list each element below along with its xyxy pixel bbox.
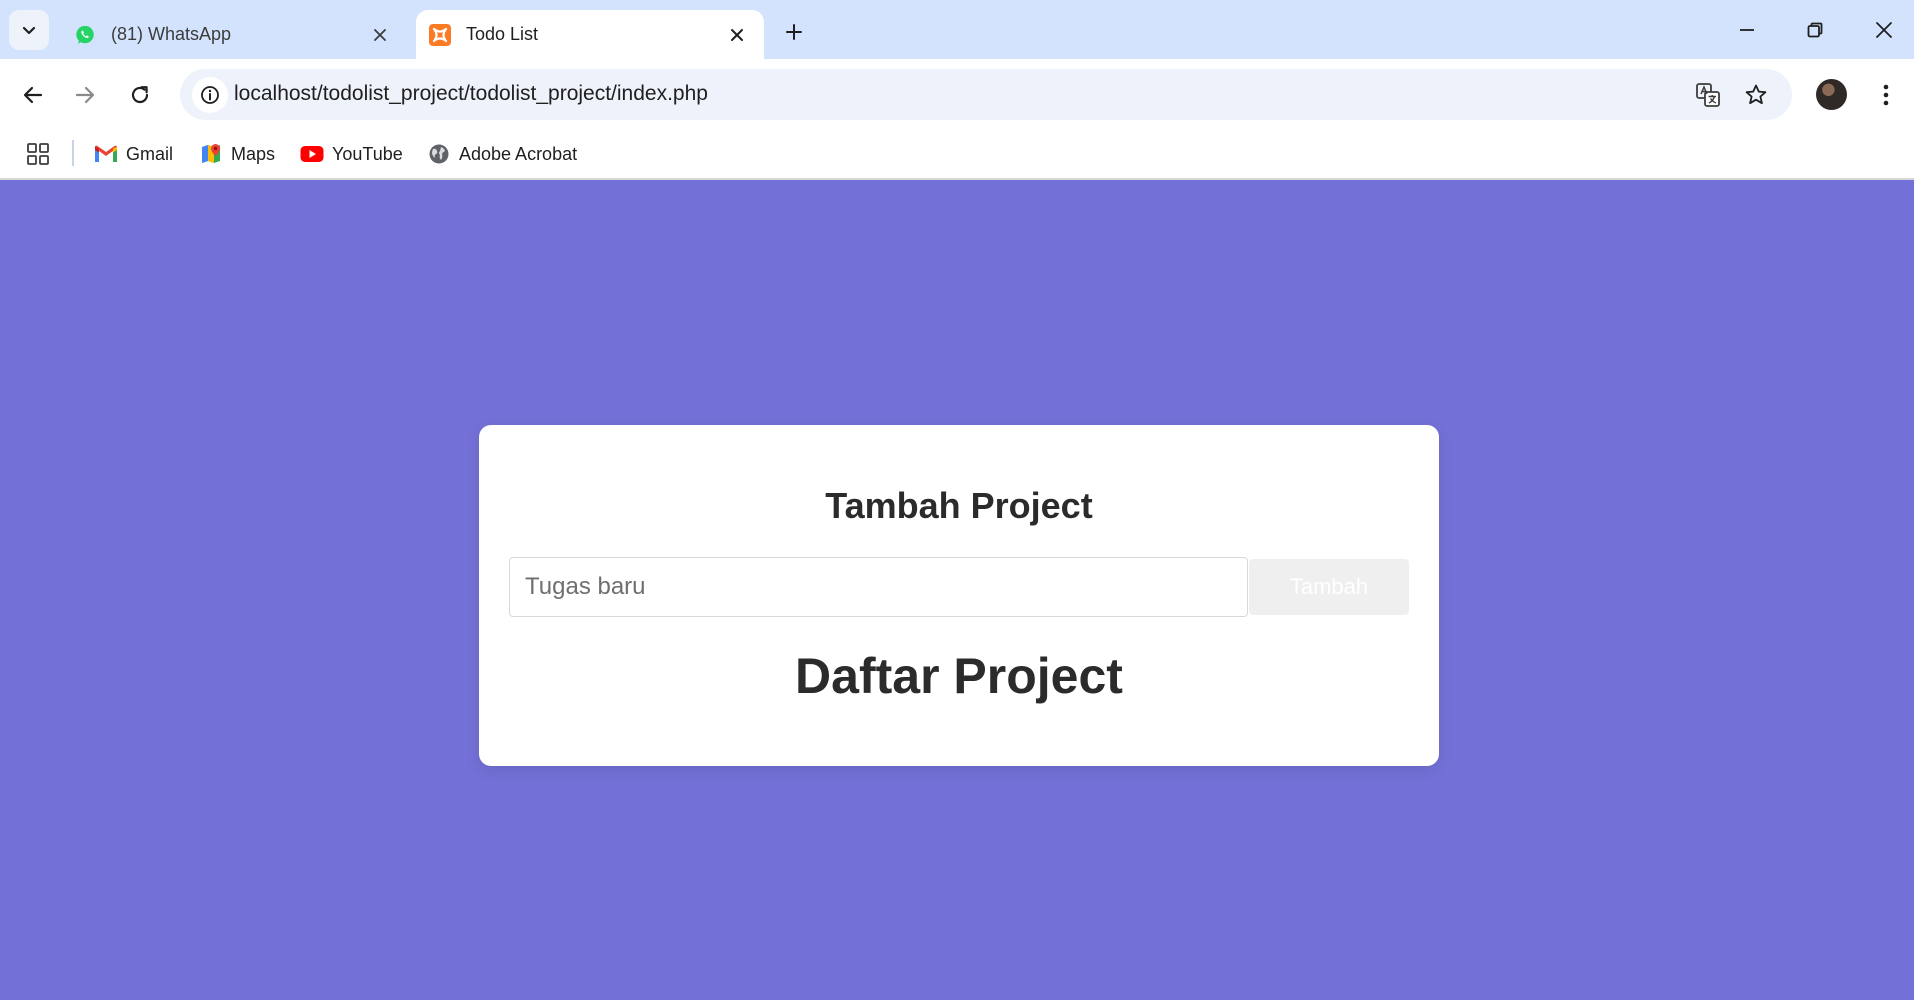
apps-button[interactable] — [22, 138, 54, 170]
bookmark-maps[interactable]: Maps — [199, 136, 275, 172]
close-tab-icon[interactable] — [722, 20, 752, 50]
browser-menu-button[interactable] — [1868, 75, 1904, 115]
browser-toolbar: localhost/todolist_project/todolist_proj… — [0, 59, 1914, 130]
tab-strip: (81) WhatsApp Todo List — [0, 0, 1914, 59]
tab-search-button[interactable] — [9, 10, 49, 50]
add-project-heading: Tambah Project — [825, 485, 1093, 526]
project-list-heading: Daftar Project — [795, 648, 1123, 704]
bookmark-label: Maps — [231, 143, 276, 164]
bookmark-label: YouTube — [332, 143, 403, 164]
bookmarks-bar: Gmail Maps YouTube Adobe Acrobat — [0, 130, 1914, 180]
whatsapp-icon — [73, 23, 97, 47]
profile-avatar[interactable] — [1816, 79, 1847, 110]
xampp-icon — [428, 23, 452, 47]
info-icon — [201, 86, 219, 104]
url-text[interactable]: localhost/todolist_project/todolist_proj… — [234, 82, 708, 106]
restore-icon — [1807, 22, 1823, 38]
close-icon — [1876, 22, 1892, 38]
new-tab-button[interactable] — [776, 14, 812, 50]
globe-icon — [427, 142, 451, 166]
bookmark-star-button[interactable] — [1738, 77, 1774, 113]
more-vert-icon — [1883, 84, 1889, 106]
apps-grid-icon — [27, 143, 49, 165]
forward-button[interactable] — [65, 75, 105, 115]
maps-icon — [199, 142, 223, 166]
bookmarks-divider — [72, 140, 74, 166]
address-bar[interactable]: localhost/todolist_project/todolist_proj… — [180, 69, 1792, 120]
minimize-button[interactable] — [1725, 8, 1769, 52]
plus-icon — [786, 24, 802, 40]
tab-todo-list[interactable]: Todo List — [416, 10, 764, 59]
todo-card: Tambah Project Tambah Daftar Project — [479, 425, 1439, 766]
site-info-button[interactable] — [192, 77, 228, 113]
close-tab-icon[interactable] — [365, 20, 395, 50]
star-icon — [1745, 84, 1767, 105]
add-task-button[interactable]: Tambah — [1249, 559, 1409, 615]
bookmark-youtube[interactable]: YouTube — [300, 136, 403, 172]
arrow-left-icon — [23, 86, 43, 104]
chevron-down-icon — [22, 26, 36, 35]
youtube-icon — [300, 142, 324, 166]
close-window-button[interactable] — [1862, 8, 1906, 52]
restore-button[interactable] — [1793, 8, 1837, 52]
bookmark-label: Adobe Acrobat — [459, 143, 578, 164]
tab-title: (81) WhatsApp — [111, 24, 232, 44]
bookmark-gmail[interactable]: Gmail — [94, 136, 173, 172]
minimize-icon — [1740, 29, 1754, 31]
reload-button[interactable] — [120, 75, 160, 115]
new-task-input[interactable] — [509, 557, 1248, 617]
bookmark-adobe-acrobat[interactable]: Adobe Acrobat — [427, 136, 577, 172]
back-button[interactable] — [13, 75, 53, 115]
reload-icon — [131, 86, 149, 104]
gmail-icon — [94, 142, 118, 166]
translate-button[interactable] — [1690, 77, 1726, 113]
bookmark-label: Gmail — [126, 143, 174, 164]
tab-title: Todo List — [466, 24, 539, 44]
tab-whatsapp[interactable]: (81) WhatsApp — [57, 10, 407, 59]
arrow-right-icon — [75, 86, 95, 104]
translate-icon — [1696, 83, 1720, 107]
